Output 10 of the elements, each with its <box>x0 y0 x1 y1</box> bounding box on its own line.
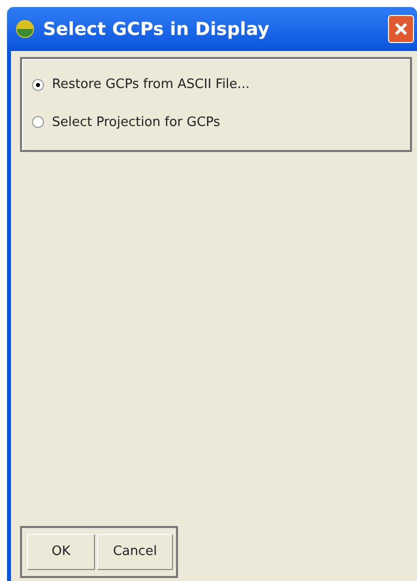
radio-button[interactable] <box>32 78 44 91</box>
close-icon <box>394 22 408 36</box>
radio-label: Restore GCPs from ASCII File... <box>52 76 250 94</box>
cancel-button[interactable]: Cancel <box>97 534 173 570</box>
radio-label: Select Projection for GCPs <box>52 114 220 132</box>
ok-button[interactable]: OK <box>27 534 95 570</box>
radio-button[interactable] <box>32 116 44 128</box>
window-title: Select GCPs in Display <box>43 18 270 42</box>
app-icon <box>15 19 35 39</box>
close-button[interactable] <box>388 15 414 43</box>
